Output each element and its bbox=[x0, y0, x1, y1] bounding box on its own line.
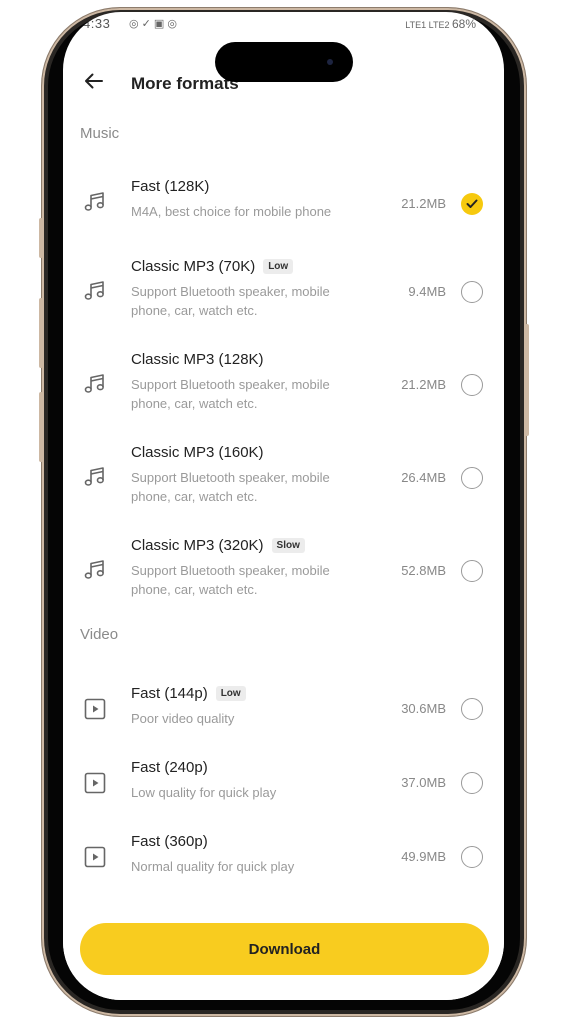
radio-button[interactable] bbox=[461, 846, 483, 868]
format-row[interactable]: Fast (240p) Low quality for quick play 37.… bbox=[63, 753, 504, 819]
side-button-volume-up bbox=[39, 298, 43, 368]
network-label: LTE1 LTE2 bbox=[405, 20, 450, 30]
play-icon bbox=[81, 843, 109, 871]
radio-button[interactable] bbox=[461, 698, 483, 720]
format-title: Classic MP3 (70K) bbox=[131, 258, 256, 275]
format-row[interactable]: Classic MP3 (128K) Support Bluetooth spea… bbox=[63, 345, 504, 435]
format-row[interactable]: Fast (128K) M4A, best choice for mobile p… bbox=[63, 172, 504, 242]
signal-icons: LTE1 LTE2 68% bbox=[405, 17, 476, 31]
music-note-icon bbox=[81, 370, 109, 398]
status-bar: 4:33 ◎ ✓ ▣ ◎ LTE1 LTE2 68% bbox=[63, 12, 504, 36]
format-title-line: Classic MP3 (128K) bbox=[131, 351, 264, 368]
speed-badge: Low bbox=[263, 259, 294, 274]
format-row[interactable]: Classic MP3 (70K) Low Support Bluetooth sp… bbox=[63, 252, 504, 342]
radio-button[interactable] bbox=[461, 374, 483, 396]
format-title: Fast (128K) bbox=[131, 178, 210, 195]
format-title: Fast (360p) bbox=[131, 833, 208, 850]
section-label-music: Music bbox=[80, 125, 120, 142]
format-row[interactable]: Fast (144p) Low Poor video quality 30.6MB bbox=[63, 679, 504, 745]
format-title-line: Fast (360p) bbox=[131, 833, 208, 850]
radio-button[interactable] bbox=[461, 560, 483, 582]
format-description: Support Bluetooth speaker, mobile phone,… bbox=[131, 284, 330, 318]
format-title-line: Fast (144p) Low bbox=[131, 685, 246, 702]
format-row[interactable]: Fast (360p) Normal quality for quick play… bbox=[63, 827, 504, 893]
play-icon bbox=[81, 695, 109, 723]
music-note-icon bbox=[81, 556, 109, 584]
format-description: Support Bluetooth speaker, mobile phone,… bbox=[131, 377, 330, 411]
format-description: Poor video quality bbox=[131, 711, 235, 726]
format-title-line: Fast (128K) bbox=[131, 178, 209, 195]
file-size: 52.8MB bbox=[401, 563, 446, 578]
format-row[interactable]: Classic MP3 (320K) Slow Support Bluetooth … bbox=[63, 531, 504, 621]
app-screen: 4:33 ◎ ✓ ▣ ◎ LTE1 LTE2 68% More formats … bbox=[63, 12, 504, 1000]
back-button[interactable] bbox=[81, 68, 107, 94]
file-size: 37.0MB bbox=[401, 775, 446, 790]
format-description: Support Bluetooth speaker, mobile phone,… bbox=[131, 470, 330, 504]
file-size: 21.2MB bbox=[401, 196, 446, 211]
speed-badge: Low bbox=[215, 686, 246, 701]
format-description: Normal quality for quick play bbox=[131, 859, 295, 874]
radio-selected[interactable] bbox=[461, 193, 483, 215]
play-icon bbox=[81, 769, 109, 797]
format-description: Low quality for quick play bbox=[131, 785, 277, 800]
status-time: 4:33 bbox=[83, 16, 111, 31]
file-size: 9.4MB bbox=[408, 284, 446, 299]
file-size: 26.4MB bbox=[401, 470, 446, 485]
download-button[interactable]: Download bbox=[80, 923, 489, 975]
dynamic-island bbox=[215, 42, 353, 82]
format-title-line: Fast (240p) bbox=[131, 759, 208, 776]
format-title-line: Classic MP3 (160K) bbox=[131, 444, 264, 461]
file-size: 30.6MB bbox=[401, 701, 446, 716]
file-size: 21.2MB bbox=[401, 377, 446, 392]
format-row[interactable]: Classic MP3 (160K) Support Bluetooth spea… bbox=[63, 438, 504, 528]
format-title: Classic MP3 (128K) bbox=[131, 351, 264, 368]
format-title-line: Classic MP3 (320K) Slow bbox=[131, 537, 305, 554]
music-note-icon bbox=[81, 188, 109, 216]
format-description: M4A, best choice for mobile phone bbox=[131, 204, 332, 219]
format-description: Support Bluetooth speaker, mobile phone,… bbox=[131, 563, 330, 597]
arrow-left-icon bbox=[85, 73, 103, 89]
battery-level: 68% bbox=[451, 17, 476, 31]
music-note-icon bbox=[81, 463, 109, 491]
speed-badge: Slow bbox=[271, 538, 305, 553]
notification-icons: ◎ ✓ ▣ ◎ bbox=[129, 18, 177, 30]
side-button-volume-down bbox=[39, 392, 43, 462]
side-button-action bbox=[39, 218, 43, 258]
radio-button[interactable] bbox=[461, 467, 483, 489]
file-size: 49.9MB bbox=[401, 849, 446, 864]
format-title: Fast (144p) bbox=[131, 685, 208, 702]
camera-icon bbox=[327, 59, 333, 65]
format-title: Classic MP3 (320K) bbox=[131, 537, 264, 554]
radio-button[interactable] bbox=[461, 281, 483, 303]
radio-button[interactable] bbox=[461, 772, 483, 794]
music-note-icon bbox=[81, 277, 109, 305]
section-label-video: Video bbox=[80, 626, 119, 643]
format-title: Fast (240p) bbox=[131, 759, 208, 776]
format-title: Classic MP3 (160K) bbox=[131, 444, 264, 461]
format-title-line: Classic MP3 (70K) Low bbox=[131, 258, 294, 275]
side-button-power bbox=[525, 324, 529, 436]
